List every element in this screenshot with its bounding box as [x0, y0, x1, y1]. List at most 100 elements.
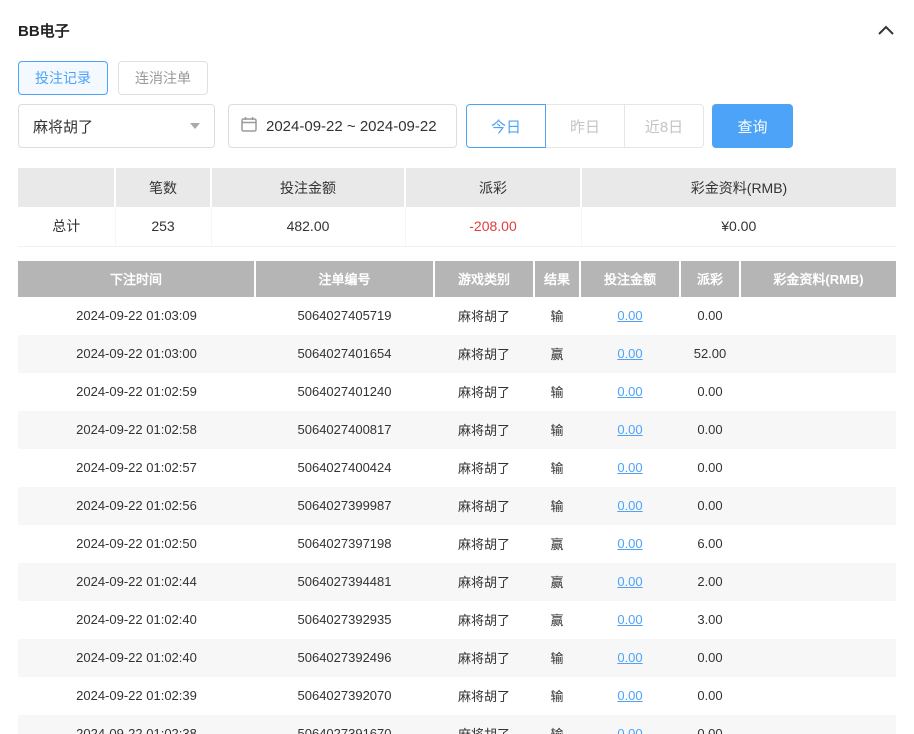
- summary-table: 笔数 投注金额 派彩 彩金资料(RMB) 总计 253 482.00 -208.…: [18, 168, 896, 247]
- bet-records-panel: BB电子 投注记录 连消注单 麻将胡了 2024-09-22 ~ 2024-09…: [0, 0, 914, 734]
- cell-order: 5064027394481: [255, 563, 434, 601]
- summary-header-count: 笔数: [115, 168, 211, 207]
- cell-time: 2024-09-22 01:02:50: [18, 525, 255, 563]
- chevron-down-icon: [190, 123, 200, 129]
- search-button[interactable]: 查询: [712, 104, 793, 148]
- cell-game: 麻将胡了: [434, 525, 534, 563]
- cell-payout: 0.00: [680, 487, 740, 525]
- table-row: 2024-09-22 01:02:445064027394481麻将胡了赢0.0…: [18, 563, 896, 601]
- cell-bet: 0.00: [580, 563, 680, 601]
- chevron-up-icon: [878, 23, 894, 38]
- cell-time: 2024-09-22 01:02:40: [18, 601, 255, 639]
- cell-time: 2024-09-22 01:03:00: [18, 335, 255, 373]
- cell-jackpot: [740, 715, 896, 734]
- cell-jackpot: [740, 297, 896, 335]
- cell-jackpot: [740, 639, 896, 677]
- cell-bet: 0.00: [580, 525, 680, 563]
- cell-payout: 0.00: [680, 715, 740, 734]
- cell-order: 5064027392935: [255, 601, 434, 639]
- col-header-bet-amount: 投注金额: [580, 261, 680, 297]
- collapse-button[interactable]: [876, 20, 896, 40]
- table-row: 2024-09-22 01:03:095064027405719麻将胡了输0.0…: [18, 297, 896, 335]
- cell-payout: 0.00: [680, 411, 740, 449]
- summary-header-bet-amount: 投注金额: [211, 168, 405, 207]
- cell-bet: 0.00: [580, 449, 680, 487]
- cell-result: 输: [534, 677, 580, 715]
- summary-total-count: 253: [115, 207, 211, 246]
- col-header-order-number: 注单编号: [255, 261, 434, 297]
- table-row: 2024-09-22 01:03:005064027401654麻将胡了赢0.0…: [18, 335, 896, 373]
- summary-total-jackpot: ¥0.00: [581, 207, 896, 246]
- summary-header-blank: [18, 168, 115, 207]
- page-title: BB电子: [18, 20, 70, 41]
- cell-order: 5064027401654: [255, 335, 434, 373]
- cell-payout: 0.00: [680, 297, 740, 335]
- cell-game: 麻将胡了: [434, 297, 534, 335]
- cell-order: 5064027400817: [255, 411, 434, 449]
- bet-amount-link[interactable]: 0.00: [617, 688, 642, 703]
- bet-amount-link[interactable]: 0.00: [617, 612, 642, 627]
- cell-time: 2024-09-22 01:02:58: [18, 411, 255, 449]
- cell-order: 5064027391670: [255, 715, 434, 734]
- col-header-game-type: 游戏类别: [434, 261, 534, 297]
- bet-table-body: 2024-09-22 01:03:095064027405719麻将胡了输0.0…: [18, 297, 896, 734]
- bet-amount-link[interactable]: 0.00: [617, 726, 642, 734]
- date-range-picker[interactable]: 2024-09-22 ~ 2024-09-22: [228, 104, 457, 148]
- cell-result: 输: [534, 373, 580, 411]
- cell-jackpot: [740, 563, 896, 601]
- summary-total-row: 总计 253 482.00 -208.00 ¥0.00: [18, 207, 896, 246]
- cell-bet: 0.00: [580, 411, 680, 449]
- bet-amount-link[interactable]: 0.00: [617, 422, 642, 437]
- cell-payout: 2.00: [680, 563, 740, 601]
- cell-time: 2024-09-22 01:02:44: [18, 563, 255, 601]
- table-row: 2024-09-22 01:02:565064027399987麻将胡了输0.0…: [18, 487, 896, 525]
- cell-game: 麻将胡了: [434, 411, 534, 449]
- bet-amount-link[interactable]: 0.00: [617, 460, 642, 475]
- today-button[interactable]: 今日: [466, 104, 546, 148]
- table-row: 2024-09-22 01:02:575064027400424麻将胡了输0.0…: [18, 449, 896, 487]
- bet-amount-link[interactable]: 0.00: [617, 574, 642, 589]
- bet-amount-link[interactable]: 0.00: [617, 308, 642, 323]
- table-row: 2024-09-22 01:02:585064027400817麻将胡了输 0.0…: [18, 411, 896, 449]
- summary-header-row: 笔数 投注金额 派彩 彩金资料(RMB): [18, 168, 896, 207]
- cell-payout: 0.00: [680, 449, 740, 487]
- cell-result: 赢: [534, 335, 580, 373]
- cell-result: 输: [534, 411, 580, 449]
- last-8-days-button[interactable]: 近8日: [624, 104, 704, 148]
- summary-header-payout: 派彩: [405, 168, 581, 207]
- cell-payout: 6.00: [680, 525, 740, 563]
- cell-payout: 0.00: [680, 639, 740, 677]
- cell-order: 5064027392496: [255, 639, 434, 677]
- bet-amount-link[interactable]: 0.00: [617, 384, 642, 399]
- game-select-value: 麻将胡了: [33, 116, 93, 137]
- quick-date-group: 今日 昨日 近8日: [466, 104, 704, 148]
- cell-payout: 0.00: [680, 373, 740, 411]
- cell-jackpot: [740, 487, 896, 525]
- table-row: 2024-09-22 01:02:395064027392070麻将胡了输0.0…: [18, 677, 896, 715]
- game-select[interactable]: 麻将胡了: [18, 104, 215, 148]
- date-range-value: 2024-09-22 ~ 2024-09-22: [266, 118, 437, 135]
- cell-time: 2024-09-22 01:02:56: [18, 487, 255, 525]
- cell-jackpot: [740, 411, 896, 449]
- cell-bet: 0.00: [580, 297, 680, 335]
- cell-jackpot: [740, 677, 896, 715]
- cell-bet: 0.00: [580, 639, 680, 677]
- table-row: 2024-09-22 01:02:595064027401240麻将胡了输0.0…: [18, 373, 896, 411]
- tab-cancelled-orders[interactable]: 连消注单: [118, 61, 208, 95]
- cell-order: 5064027392070: [255, 677, 434, 715]
- summary-total-label: 总计: [18, 207, 115, 246]
- bet-amount-link[interactable]: 0.00: [617, 498, 642, 513]
- cell-result: 赢: [534, 563, 580, 601]
- bet-table-header-row: 下注时间 注单编号 游戏类别 结果 投注金额 派彩 彩金资料(RMB): [18, 261, 896, 297]
- cell-bet: 0.00: [580, 677, 680, 715]
- bet-amount-link[interactable]: 0.00: [617, 346, 642, 361]
- cell-time: 2024-09-22 01:02:39: [18, 677, 255, 715]
- bet-amount-link[interactable]: 0.00: [617, 536, 642, 551]
- tab-bet-records[interactable]: 投注记录: [18, 61, 108, 95]
- cell-result: 输: [534, 487, 580, 525]
- summary-total-payout: -208.00: [405, 207, 581, 246]
- cell-bet: 0.00: [580, 373, 680, 411]
- table-row: 2024-09-22 01:02:385064027391670麻将胡了输0.0…: [18, 715, 896, 734]
- bet-amount-link[interactable]: 0.00: [617, 650, 642, 665]
- yesterday-button[interactable]: 昨日: [545, 104, 625, 148]
